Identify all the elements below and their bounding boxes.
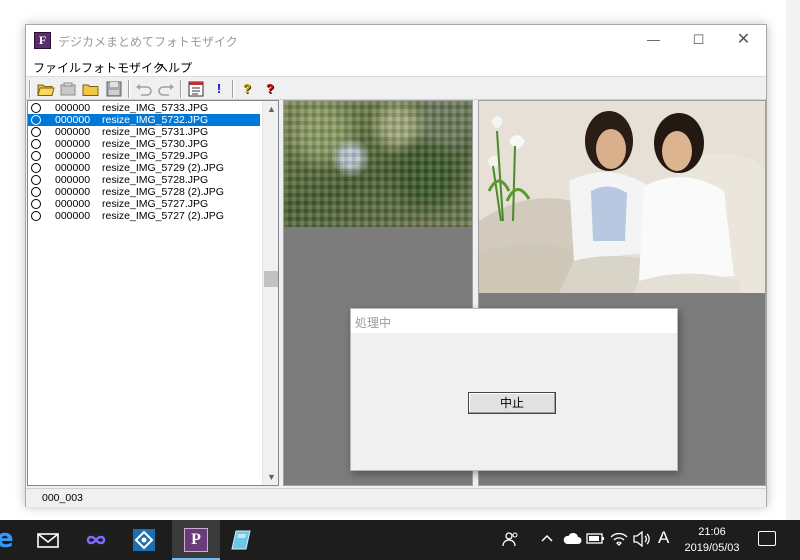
- title-bar[interactable]: F デジカメまとめてフォトモザイク — ☐ ✕: [26, 25, 766, 56]
- item-filename: resize_IMG_5730.JPG: [102, 138, 209, 150]
- item-filename: resize_IMG_5727.JPG: [102, 198, 209, 210]
- clock[interactable]: 21:06 2019/05/03: [676, 524, 748, 556]
- list-item-selected[interactable]: 000000 resize_IMG_5732.JPG: [28, 114, 260, 126]
- item-filename: resize_IMG_5733.JPG: [102, 102, 209, 114]
- toolbar-separator: [128, 80, 130, 98]
- active-app-tab[interactable]: P: [172, 520, 220, 560]
- context-help-icon[interactable]: ?: [261, 80, 279, 98]
- item-code: 000000: [55, 102, 91, 114]
- item-filename: resize_IMG_5729.JPG: [102, 150, 209, 162]
- list-item[interactable]: 000000 resize_IMG_5731.JPG: [28, 126, 260, 138]
- exclamation-icon[interactable]: !: [210, 80, 228, 98]
- item-code: 000000: [55, 126, 91, 138]
- chevron-up-icon[interactable]: [540, 531, 554, 548]
- scroll-thumb[interactable]: [264, 271, 278, 287]
- list-item[interactable]: 000000 resize_IMG_5728 (2).JPG: [28, 186, 260, 198]
- menu-bar: ファイル フォトモザイク ヘルプ: [26, 56, 766, 76]
- infinity-app-icon[interactable]: [84, 528, 108, 552]
- menu-help[interactable]: ヘルプ: [156, 59, 192, 76]
- scroll-up-icon[interactable]: ▲: [263, 101, 278, 117]
- scroll-down-icon[interactable]: ▼: [263, 469, 278, 485]
- mosaic-tile-image: [284, 101, 472, 227]
- help-icon[interactable]: ?: [238, 80, 256, 98]
- close-button[interactable]: ✕: [721, 25, 766, 56]
- edge-icon[interactable]: e: [0, 524, 14, 554]
- ime-indicator[interactable]: A: [658, 528, 669, 548]
- radio-icon[interactable]: [31, 151, 41, 161]
- radio-icon[interactable]: [31, 127, 41, 137]
- menu-photomosaic[interactable]: フォトモザイク: [81, 59, 165, 76]
- mail-icon[interactable]: [36, 528, 60, 552]
- redo-icon[interactable]: [157, 80, 175, 98]
- item-code: 000000: [55, 150, 91, 162]
- save-image-icon[interactable]: [59, 80, 77, 98]
- list-icon[interactable]: [187, 80, 205, 98]
- item-code: 000000: [55, 198, 91, 210]
- item-code: 000000: [55, 210, 91, 222]
- file-list[interactable]: 000000 resize_IMG_5733.JPG 000000 resize…: [27, 100, 279, 486]
- radio-icon[interactable]: [31, 175, 41, 185]
- glass-app-icon[interactable]: [230, 528, 254, 552]
- volume-icon[interactable]: [632, 530, 652, 550]
- app-icon[interactable]: F: [34, 32, 51, 49]
- item-filename: resize_IMG_5728.JPG: [102, 174, 209, 186]
- radio-icon[interactable]: [31, 211, 41, 221]
- item-filename: resize_IMG_5732.JPG: [102, 114, 209, 126]
- item-code: 000000: [55, 162, 91, 174]
- save-disk-icon[interactable]: [105, 80, 123, 98]
- radio-icon[interactable]: [31, 139, 41, 149]
- dialog-title-bar[interactable]: 処理中: [351, 309, 677, 333]
- list-item[interactable]: 000000 resize_IMG_5727.JPG: [28, 198, 260, 210]
- minimize-button[interactable]: —: [631, 25, 676, 56]
- list-item[interactable]: 000000 resize_IMG_5727 (2).JPG: [28, 210, 260, 222]
- status-text: 000_003: [42, 492, 83, 504]
- toolbar-separator: [180, 80, 182, 98]
- taskbar: P A 21:06 2019/05/03: [0, 520, 800, 560]
- photomosaic-app-icon[interactable]: P: [184, 528, 208, 552]
- list-item[interactable]: 000000 resize_IMG_5728.JPG: [28, 174, 260, 186]
- open-folder-icon[interactable]: [37, 80, 55, 98]
- item-code: 000000: [55, 114, 91, 126]
- menu-file[interactable]: ファイル: [33, 59, 81, 76]
- cloud-icon[interactable]: [562, 531, 582, 548]
- desktop-background: [786, 0, 800, 520]
- maximize-button[interactable]: ☐: [676, 25, 721, 56]
- item-filename: resize_IMG_5728 (2).JPG: [102, 186, 224, 198]
- notification-icon[interactable]: [758, 531, 776, 546]
- diamond-app-icon[interactable]: [132, 528, 156, 552]
- list-item[interactable]: 000000 resize_IMG_5730.JPG: [28, 138, 260, 150]
- list-item[interactable]: 000000 resize_IMG_5729 (2).JPG: [28, 162, 260, 174]
- item-code: 000000: [55, 186, 91, 198]
- toolbar: ! ? ?: [26, 76, 766, 100]
- item-code: 000000: [55, 138, 91, 150]
- people-icon[interactable]: [502, 531, 520, 550]
- source-photo: [479, 101, 765, 293]
- radio-icon[interactable]: [31, 115, 41, 125]
- list-item[interactable]: 000000 resize_IMG_5733.JPG: [28, 102, 260, 114]
- list-item[interactable]: 000000 resize_IMG_5729.JPG: [28, 150, 260, 162]
- wifi-icon[interactable]: [610, 531, 628, 550]
- toolbar-separator: [29, 80, 31, 98]
- item-filename: resize_IMG_5731.JPG: [102, 126, 209, 138]
- clock-time: 21:06: [698, 526, 726, 538]
- battery-icon[interactable]: [586, 531, 606, 548]
- processing-dialog: 処理中 中止: [350, 308, 678, 471]
- dialog-title: 処理中: [355, 316, 392, 330]
- radio-icon[interactable]: [31, 199, 41, 209]
- item-filename: resize_IMG_5727 (2).JPG: [102, 210, 224, 222]
- new-folder-icon[interactable]: [82, 80, 100, 98]
- status-bar: 000_003: [26, 488, 766, 507]
- radio-icon[interactable]: [31, 163, 41, 173]
- item-filename: resize_IMG_5729 (2).JPG: [102, 162, 224, 174]
- window-title: デジカメまとめてフォトモザイク: [58, 35, 238, 49]
- vertical-scrollbar[interactable]: ▲ ▼: [262, 101, 278, 485]
- item-code: 000000: [55, 174, 91, 186]
- stop-button[interactable]: 中止: [468, 392, 556, 414]
- toolbar-separator: [232, 80, 234, 98]
- undo-icon[interactable]: [135, 80, 153, 98]
- radio-icon[interactable]: [31, 187, 41, 197]
- clock-date: 2019/05/03: [684, 542, 740, 554]
- radio-icon[interactable]: [31, 103, 41, 113]
